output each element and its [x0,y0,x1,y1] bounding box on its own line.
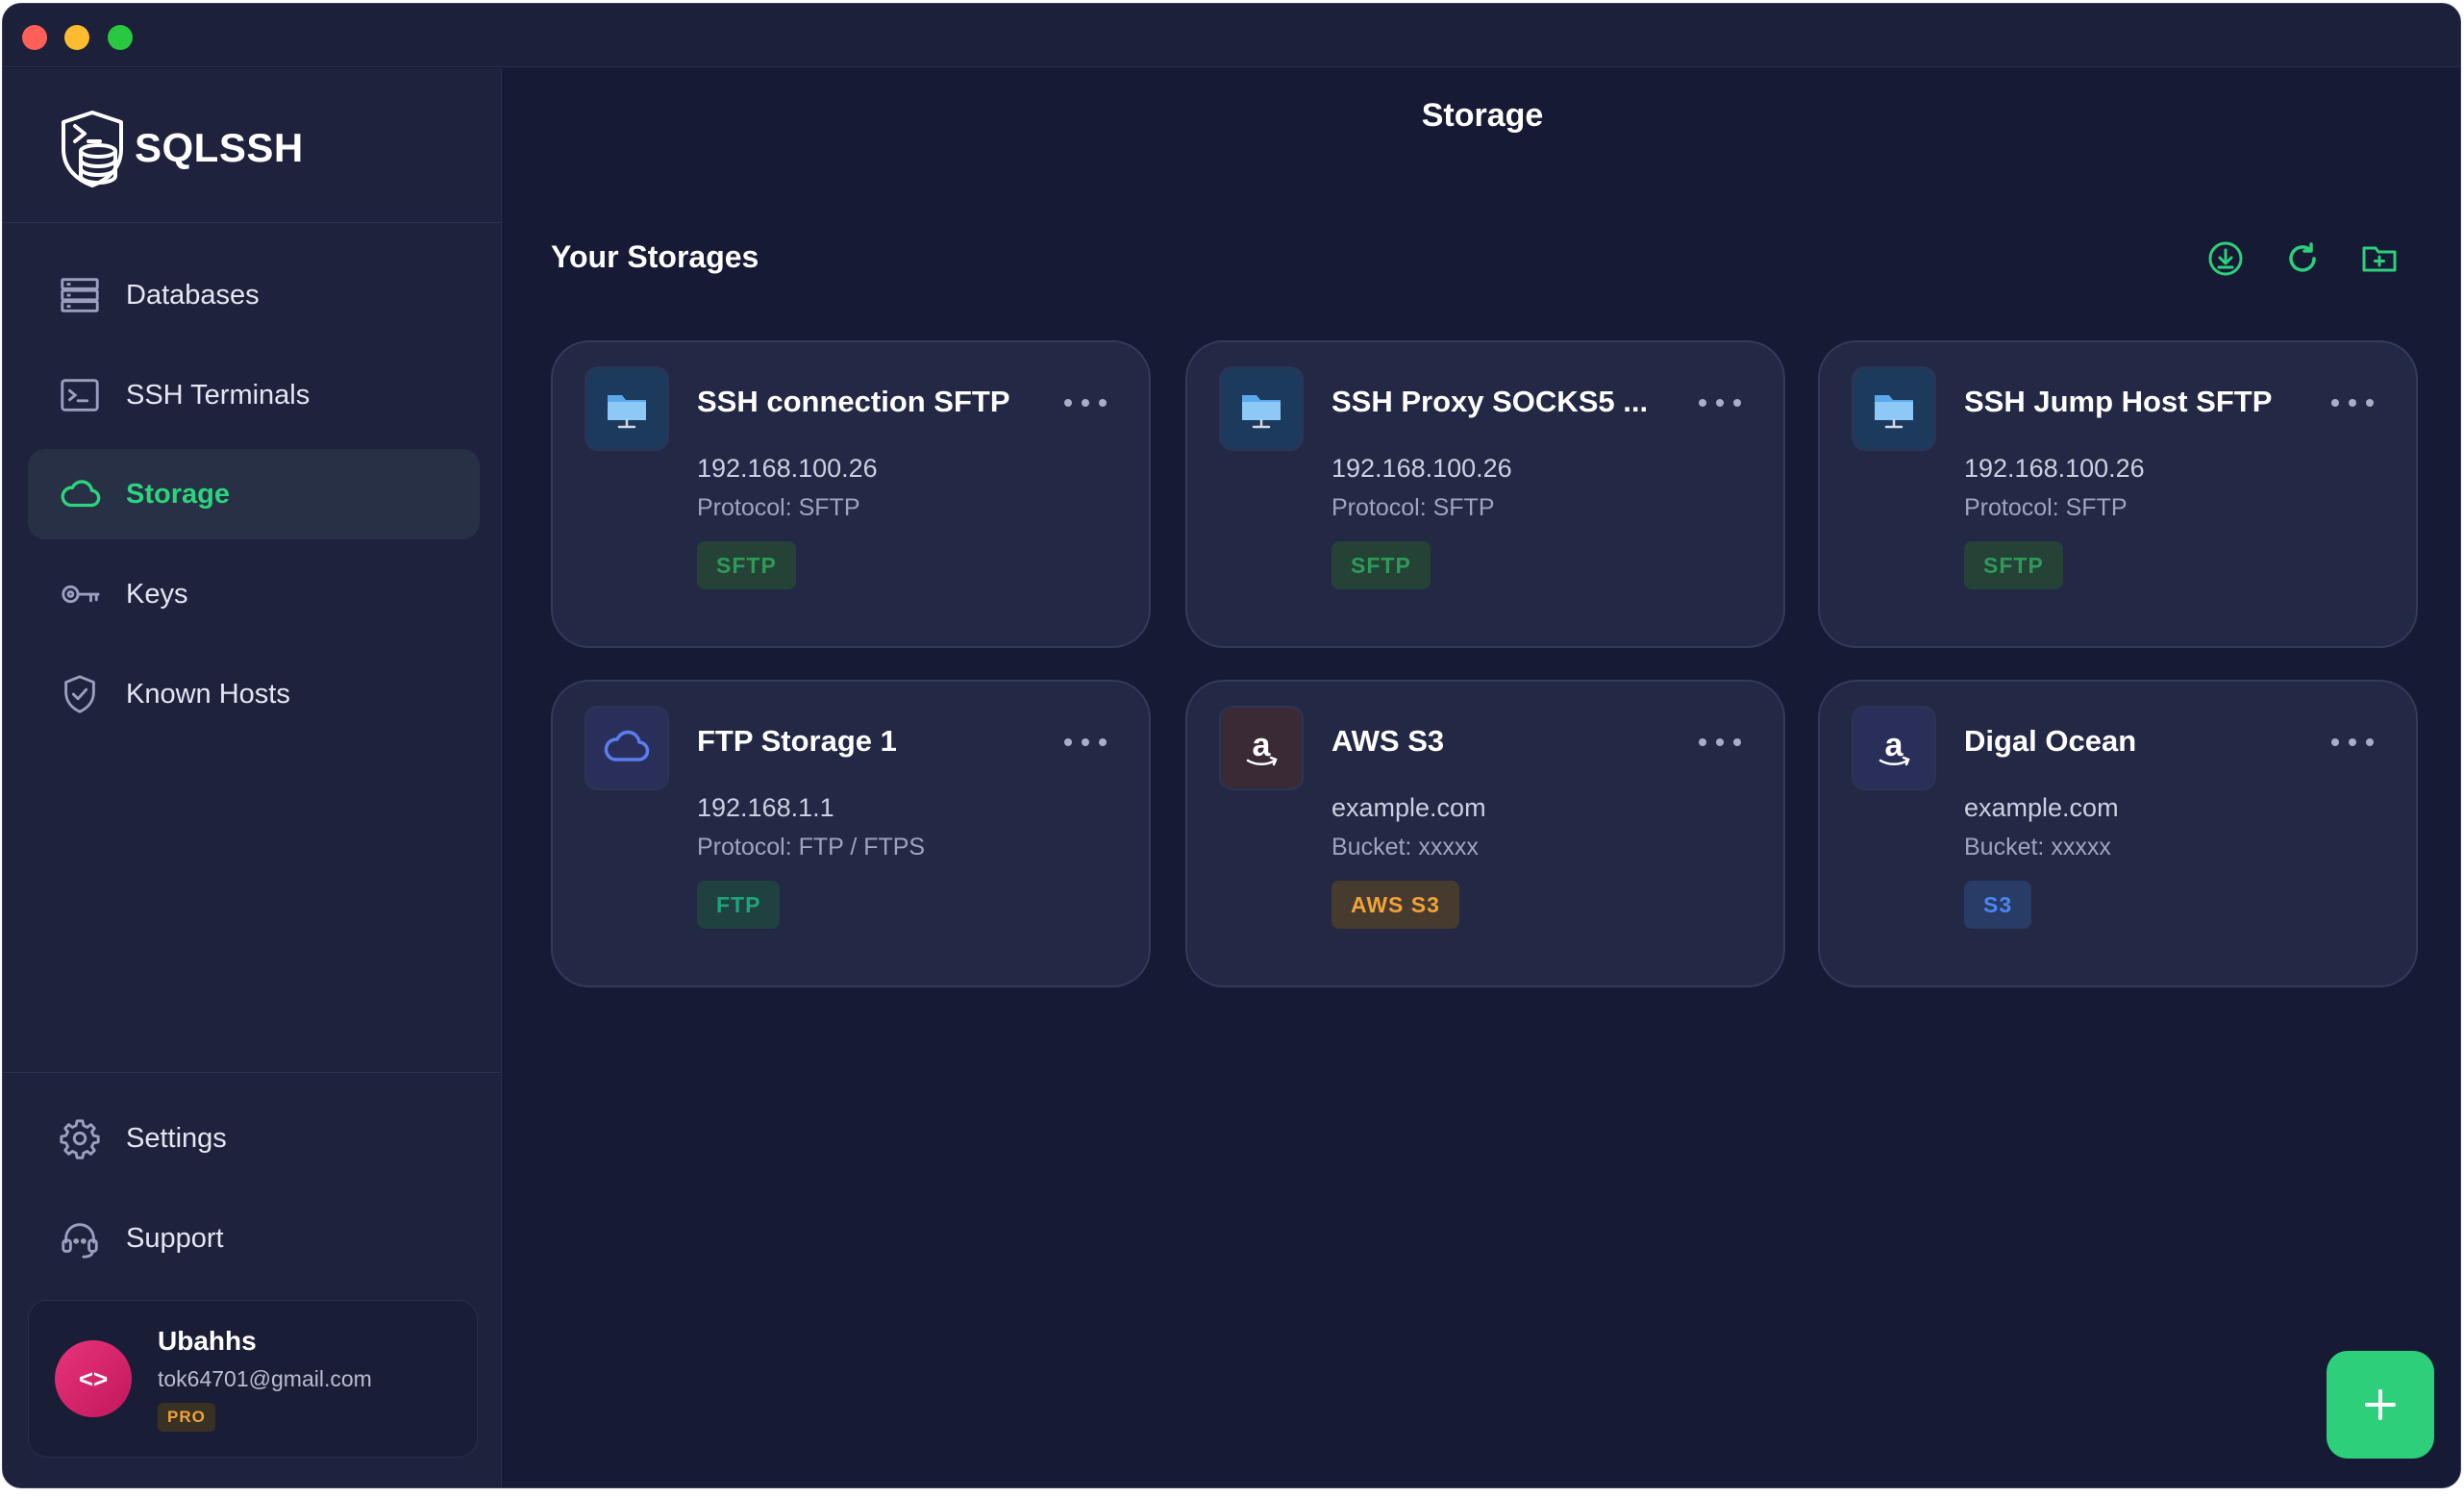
section-title: Your Storages [551,239,759,274]
storage-card-host: 192.168.100.26 [1332,454,1512,483]
sidebar-item-label: Databases [126,279,260,311]
titlebar [3,4,2460,67]
storage-card-title: SSH Proxy SOCKS5 ... [1332,385,1649,418]
storage-card-detail: Bucket: xxxxx [1332,834,1479,861]
key-icon [57,571,103,617]
sftp-folder-icon [1219,366,1304,451]
protocol-badge: SFTP [1332,541,1431,589]
storage-card-host: 192.168.1.1 [697,793,834,822]
storage-card-detail: Protocol: SFTP [1332,494,1495,521]
sidebar-item-known-hosts[interactable]: Known Hosts [28,649,480,739]
sidebar-item-ssh-terminals[interactable]: SSH Terminals [28,350,480,440]
more-menu-button[interactable] [2331,728,2374,757]
sidebar: SQLSSH Databases SSH Terminals Storage K… [3,68,502,1487]
storage-card[interactable]: a Digal Ocean example.com Bucket: xxxxx … [1818,680,2418,987]
storage-card[interactable]: FTP Storage 1 192.168.1.1 Protocol: FTP … [551,680,1151,987]
svg-text:a: a [1885,727,1904,763]
avatar: <> [55,1340,132,1417]
storage-card-detail: Protocol: FTP / FTPS [697,834,926,861]
headset-icon [57,1215,103,1261]
storage-card-host: 192.168.100.26 [697,454,878,483]
storage-card-title: AWS S3 [1332,724,1445,758]
sidebar-item-databases[interactable]: Databases [28,250,480,340]
more-menu-button[interactable] [1699,388,1741,417]
sidebar-divider [3,222,501,223]
amazon-icon: a [1852,706,1936,790]
storage-card-title: Digal Ocean [1964,724,2137,758]
add-storage-button[interactable] [2327,1351,2434,1459]
amazon-icon: a [1219,706,1304,790]
more-menu-button[interactable] [1699,728,1741,757]
sidebar-item-label: Settings [126,1122,227,1154]
sidebar-item-label: Storage [126,478,230,510]
cloud-icon [585,706,669,790]
protocol-badge: S3 [1964,881,2032,929]
sidebar-divider [3,1072,501,1073]
zoom-window-button[interactable] [108,25,133,50]
download-circle-icon [2208,241,2243,276]
more-menu-button[interactable] [1064,728,1107,757]
more-menu-button[interactable] [2331,388,2374,417]
sidebar-item-settings[interactable]: Settings [28,1093,480,1184]
storage-card[interactable]: SSH connection SFTP 192.168.100.26 Proto… [551,340,1151,648]
refresh-button[interactable] [2281,237,2324,280]
storage-card-host: example.com [1332,793,1486,822]
plan-badge: PRO [158,1403,215,1432]
sidebar-item-keys[interactable]: Keys [28,549,480,639]
gear-icon [57,1115,103,1161]
sidebar-item-label: Keys [126,578,188,610]
storage-card-detail: Protocol: SFTP [697,494,860,521]
new-folder-button[interactable] [2358,237,2401,280]
refresh-icon [2289,242,2316,272]
user-name: Ubahhs [158,1326,257,1356]
app-window: SQLSSH Databases SSH Terminals Storage K… [2,3,2461,1488]
sidebar-item-storage[interactable]: Storage [28,449,480,539]
svg-text:a: a [1253,727,1272,763]
database-icon [57,272,103,318]
storage-card-detail: Protocol: SFTP [1964,494,2128,521]
sftp-folder-icon [1852,366,1936,451]
app-name: SQLSSH [135,125,304,170]
minimize-window-button[interactable] [64,25,89,50]
import-button[interactable] [2204,237,2247,280]
page-title: Storage [1421,97,1544,134]
storage-card-title: FTP Storage 1 [697,724,897,758]
storage-card-host: example.com [1964,793,2119,822]
protocol-badge: AWS S3 [1332,881,1459,929]
user-profile-card[interactable]: <> Ubahhs tok64701@gmail.com PRO [28,1300,478,1458]
protocol-badge: SFTP [697,541,796,589]
sidebar-item-support[interactable]: Support [28,1193,480,1284]
close-window-button[interactable] [22,25,47,50]
cloud-icon [57,471,103,517]
storage-card-title: SSH connection SFTP [697,385,1010,418]
sidebar-item-label: SSH Terminals [126,379,311,411]
sftp-folder-icon [585,366,669,451]
sidebar-item-label: Support [126,1222,224,1254]
app-logo[interactable]: SQLSSH [56,109,304,187]
storage-card[interactable]: SSH Jump Host SFTP 192.168.100.26 Protoc… [1818,340,2418,648]
protocol-badge: FTP [697,881,781,929]
storage-card-detail: Bucket: xxxxx [1964,834,2111,861]
sqlssh-logo-icon [62,111,123,187]
sidebar-item-label: Known Hosts [126,678,290,710]
user-email: tok64701@gmail.com [158,1366,372,1391]
storage-card[interactable]: a AWS S3 example.com Bucket: xxxxx AWS S… [1185,680,1785,987]
storage-card-host: 192.168.100.26 [1964,454,2145,483]
more-menu-button[interactable] [1064,388,1107,417]
shield-check-icon [57,671,103,717]
terminal-icon [57,372,103,418]
protocol-badge: SFTP [1964,541,2063,589]
main-content: Storage Your Storages SSH connection SFT… [503,68,2460,1487]
storage-card[interactable]: SSH Proxy SOCKS5 ... 192.168.100.26 Prot… [1185,340,1785,648]
plus-icon [2365,1389,2396,1420]
folder-plus-icon [2362,246,2397,272]
storage-card-title: SSH Jump Host SFTP [1964,385,2273,418]
